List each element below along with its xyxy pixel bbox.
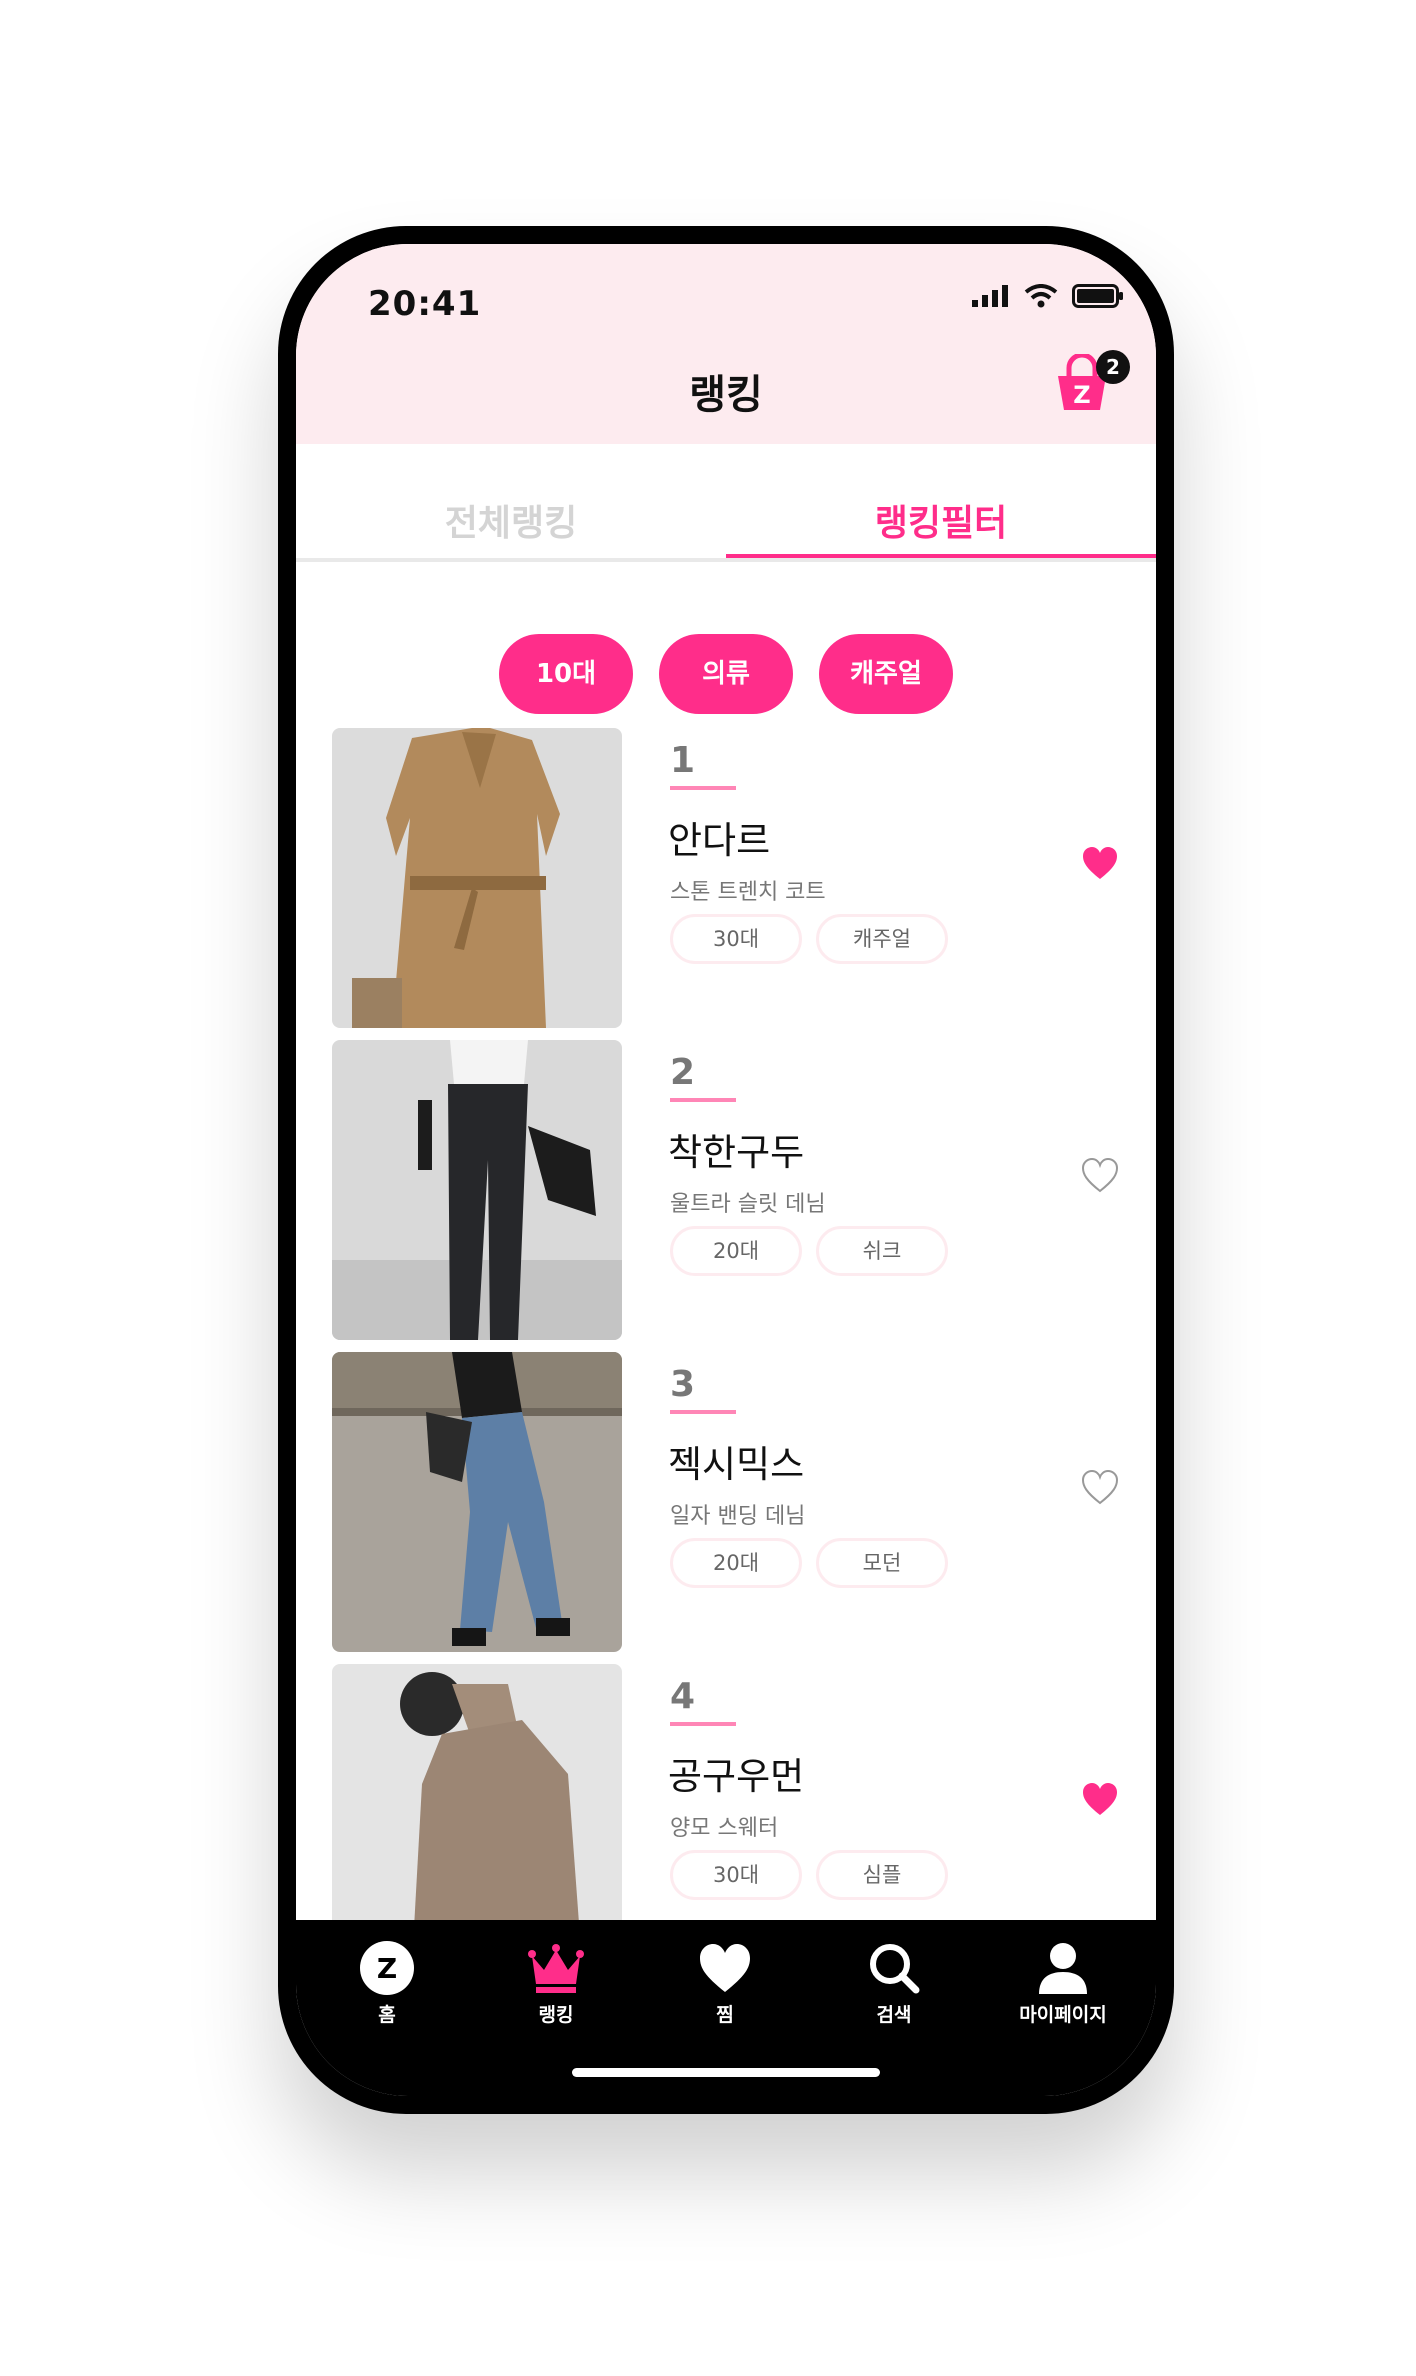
search-icon [870,1944,920,1994]
nav-home[interactable]: Z 홈 [327,1940,447,2027]
tag-age: 30대 [670,1850,802,1900]
nav-search-label: 검색 [876,2004,912,2026]
rank-number: 1 [670,740,696,781]
nav-ranking-label: 랭킹 [538,2004,574,2026]
brand-name: 공구우먼 [668,1755,805,1798]
filter-chip-category[interactable]: 의류 [659,634,793,714]
home-indicator [572,2068,880,2077]
tag-style: 쉬크 [816,1226,948,1276]
brand-name: 젝시믹스 [668,1443,805,1486]
product-name: 일자 밴딩 데님 [670,1504,806,1529]
product-name: 양모 스웨터 [670,1816,779,1841]
rank-underline [670,786,736,790]
product-name: 스톤 트렌치 코트 [670,880,826,905]
ranking-item[interactable]: 3 젝시믹스 일자 밴딩 데님 20대 모던 [332,1352,1132,1652]
ranking-item[interactable]: 1 안다르 스톤 트렌치 코트 30대 캐주얼 [332,728,1132,1028]
tag-style: 심플 [816,1850,948,1900]
wifi-icon [1024,284,1058,308]
status-icons [972,284,1124,308]
rank-underline [670,1410,736,1414]
app-header: 20:41 랭킹 Z 2 [296,244,1156,444]
phone-frame: 20:41 랭킹 Z 2 전체랭킹 랭킹필터 10대 의류 캐주얼 1 안다르 … [278,226,1174,2114]
heart-outline-icon[interactable] [1082,1158,1118,1194]
user-icon [1039,1943,1087,1994]
cart-button[interactable]: Z 2 [1052,350,1130,412]
tag-age: 20대 [670,1226,802,1276]
brand-name: 착한구두 [668,1131,805,1174]
svg-text:Z: Z [1073,381,1090,409]
bottom-navigation: Z 홈 랭킹 찜 검색 마이페이지 [296,1920,1156,2096]
product-image[interactable] [332,1664,622,1964]
brand-name: 안다르 [668,819,771,862]
tab-ranking-filter[interactable]: 랭킹필터 [726,494,1156,546]
cart-count-badge: 2 [1096,350,1130,384]
heart-filled-icon[interactable] [1082,846,1118,882]
rank-underline [670,1098,736,1102]
tab-all-ranking[interactable]: 전체랭킹 [296,494,726,546]
nav-mypage[interactable]: 마이페이지 [1003,1940,1123,2027]
filter-chips: 10대 의류 캐주얼 [296,634,1156,714]
tag-style: 캐주얼 [816,914,948,964]
nav-ranking[interactable]: 랭킹 [496,1940,616,2027]
ranking-item[interactable]: 2 착한구두 울트라 슬릿 데님 20대 쉬크 [332,1040,1132,1340]
page-title: 랭킹 [689,372,763,418]
heart-icon [700,1944,750,1992]
heart-outline-icon[interactable] [1082,1470,1118,1506]
rank-number: 3 [670,1364,696,1405]
ranking-tabs: 전체랭킹 랭킹필터 [296,444,1156,562]
rank-underline [670,1722,736,1726]
status-time: 20:41 [368,284,482,324]
rank-number: 4 [670,1676,696,1717]
product-name: 울트라 슬릿 데님 [670,1192,826,1217]
filter-chip-age[interactable]: 10대 [499,634,633,714]
nav-home-label: 홈 [378,2004,396,2026]
app-screen: 20:41 랭킹 Z 2 전체랭킹 랭킹필터 10대 의류 캐주얼 1 안다르 … [296,244,1156,2096]
nav-search[interactable]: 검색 [834,1940,954,2027]
heart-filled-icon[interactable] [1082,1782,1118,1818]
product-image[interactable] [332,728,622,1028]
svg-text:Z: Z [377,1952,397,1985]
rank-number: 2 [670,1052,696,1093]
home-logo-icon: Z [360,1941,414,1995]
filter-chip-style[interactable]: 캐주얼 [819,634,953,714]
battery-icon [1072,284,1123,308]
product-image[interactable] [332,1352,622,1652]
ranking-item[interactable]: 4 공구우먼 양모 스웨터 30대 심플 [332,1664,1132,1964]
tag-style: 모던 [816,1538,948,1588]
crown-icon [528,1944,584,1993]
product-image[interactable] [332,1040,622,1340]
nav-wishlist[interactable]: 찜 [665,1940,785,2027]
tag-age: 20대 [670,1538,802,1588]
signal-icon [972,285,1008,307]
nav-mypage-label: 마이페이지 [1019,2004,1107,2026]
nav-wishlist-label: 찜 [716,2004,734,2026]
active-tab-indicator [726,554,1156,558]
tag-age: 30대 [670,914,802,964]
